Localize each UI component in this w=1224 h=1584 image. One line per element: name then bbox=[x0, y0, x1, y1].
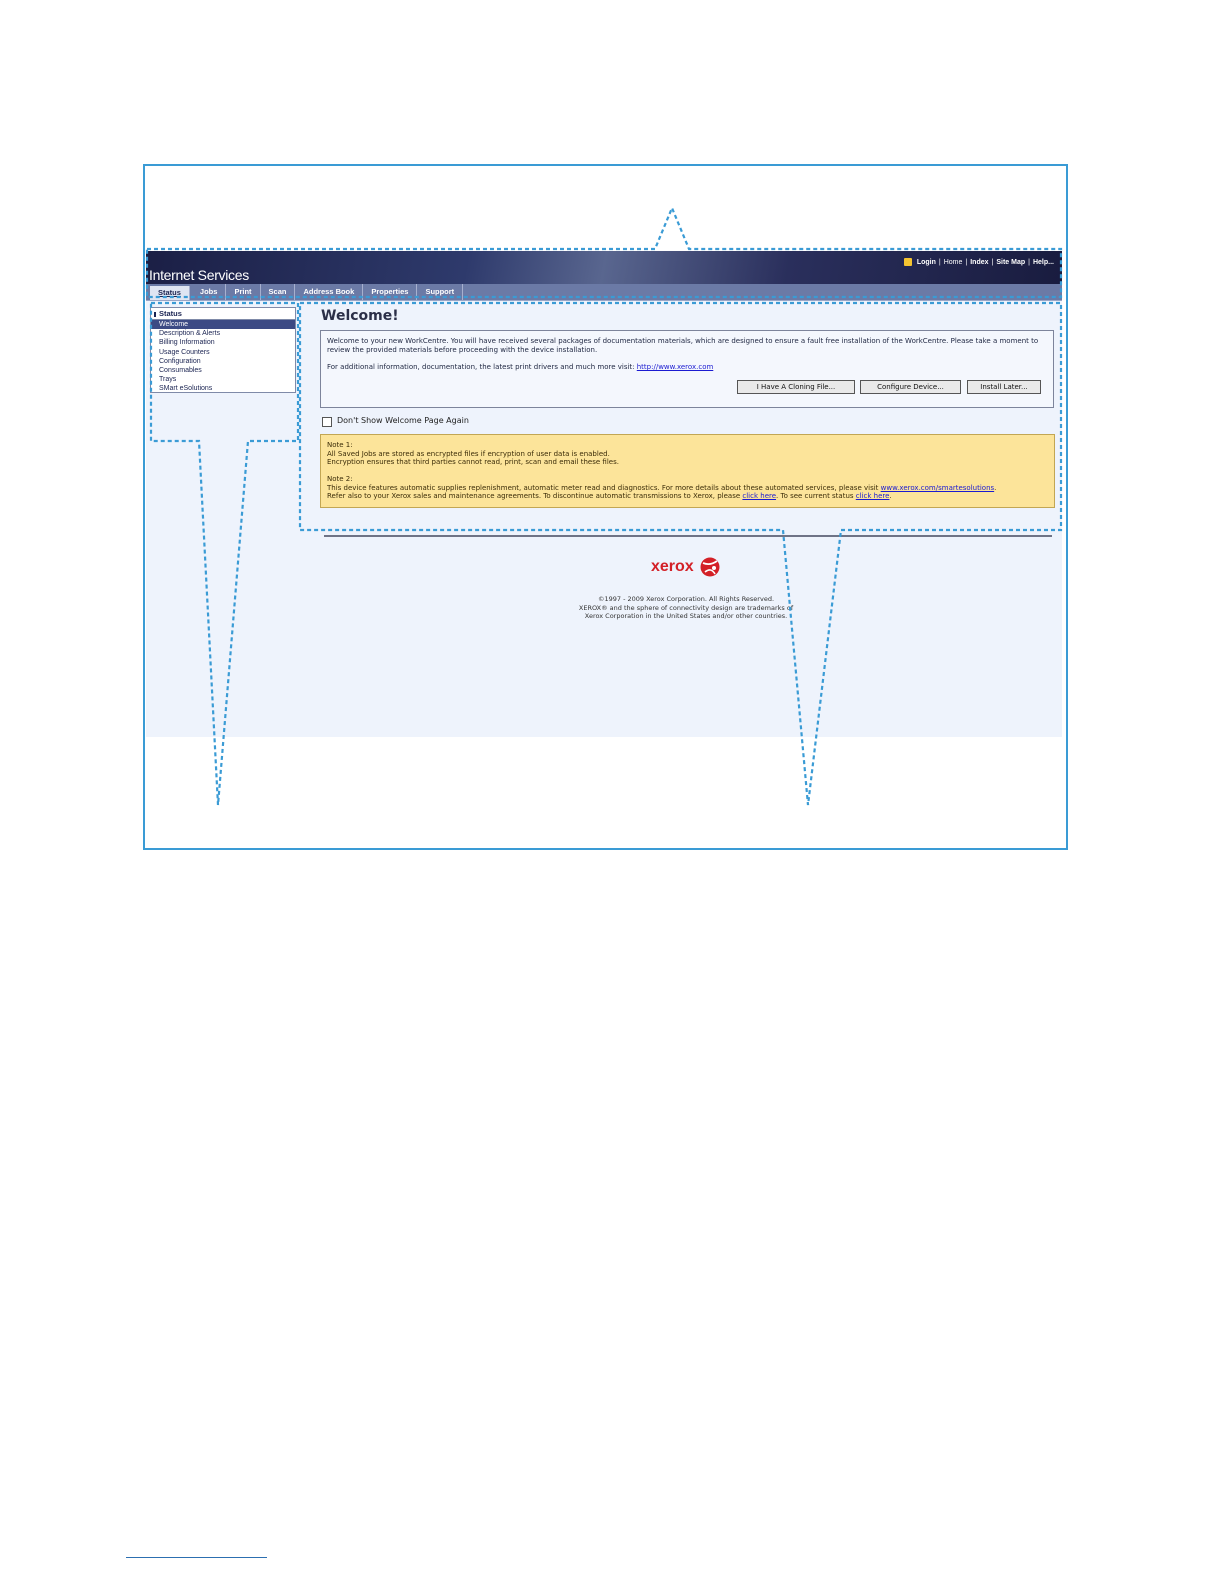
header-callout-outline bbox=[145, 205, 1063, 299]
callout-annotations bbox=[145, 205, 1063, 806]
footnote-rule bbox=[126, 1557, 267, 1558]
sidebar-callout-outline bbox=[149, 301, 300, 806]
content-callout-outline bbox=[298, 301, 1063, 806]
